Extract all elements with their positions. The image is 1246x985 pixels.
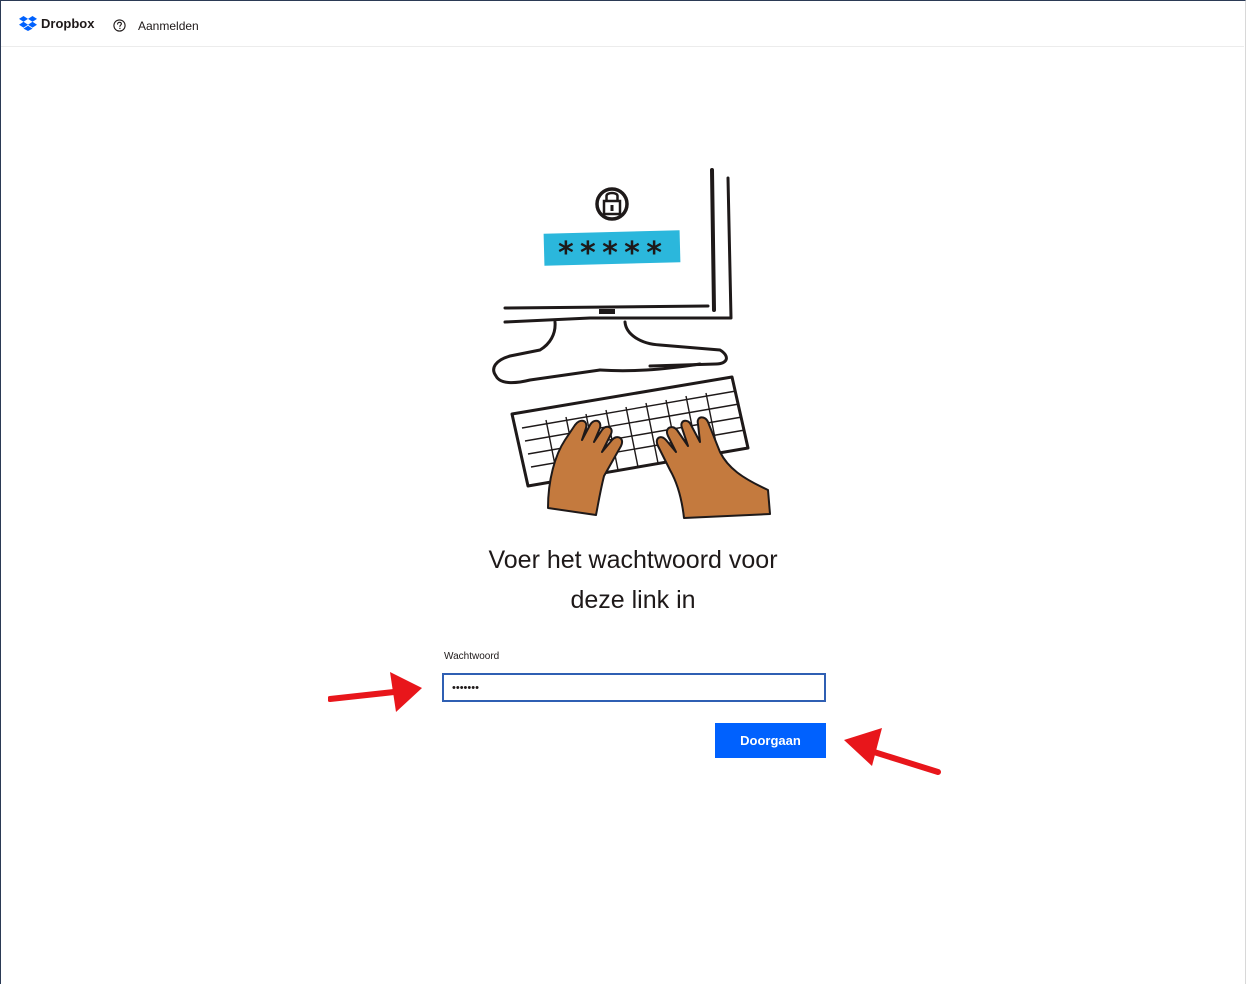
password-illustration: ***** bbox=[492, 168, 771, 519]
heading-line-1: Voer het wachtwoord voor bbox=[488, 546, 778, 574]
lock-icon bbox=[595, 187, 629, 221]
password-label: Wachtwoord bbox=[444, 651, 500, 662]
dropbox-icon bbox=[19, 16, 37, 31]
page-heading: Voer het wachtwoord voor deze link in bbox=[433, 540, 833, 620]
annotation-arrow-right bbox=[844, 728, 941, 775]
help-circle-icon[interactable] bbox=[113, 19, 126, 32]
brand-name: Dropbox bbox=[41, 16, 95, 31]
continue-button[interactable]: Doorgaan bbox=[715, 723, 826, 758]
annotation-arrow-left bbox=[328, 672, 422, 712]
dropbox-logo[interactable]: Dropbox bbox=[19, 16, 94, 31]
password-input[interactable] bbox=[442, 673, 826, 702]
heading-line-2: deze link in bbox=[570, 586, 696, 614]
top-bar: Dropbox Aanmelden bbox=[1, 1, 1244, 47]
password-mask-text: ***** bbox=[557, 236, 667, 271]
signin-link[interactable]: Aanmelden bbox=[138, 19, 199, 33]
